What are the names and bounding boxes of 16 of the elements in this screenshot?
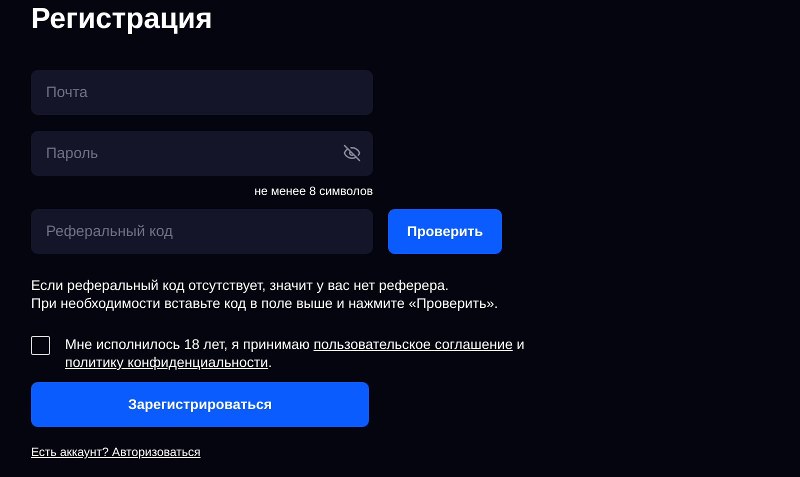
check-button[interactable]: Проверить	[388, 209, 502, 254]
register-button[interactable]: Зарегистрироваться	[31, 382, 369, 427]
agreement-text: Мне исполнилось 18 лет, я принимаю пользовательское соглашение и политику конфиденциальности.	[65, 335, 526, 371]
referral-note: При необходимости вставьте код в поле выше и нажмите «Проверить».	[31, 294, 498, 312]
input-field[interactable]: Реферальный код	[31, 209, 373, 254]
referral-note: Если реферальный код отсутствует, значит у вас нет реферера.	[31, 276, 449, 294]
login-link[interactable]: Есть аккаунт? Авторизоваться	[31, 445, 201, 459]
password-hint: не менее 8 символов	[254, 184, 373, 198]
page-title: Регистрация	[31, 2, 212, 36]
input-field[interactable]: Пароль	[31, 131, 373, 176]
hide-password-icon[interactable]	[343, 144, 361, 162]
agreement-link[interactable]: пользовательское соглашение	[314, 336, 513, 352]
agreement-link[interactable]: политику	[65, 354, 128, 370]
agreement-link[interactable]: конфиденциальности	[127, 354, 268, 370]
agreement-checkbox[interactable]	[31, 336, 50, 355]
input-field[interactable]: Почта	[31, 70, 373, 115]
